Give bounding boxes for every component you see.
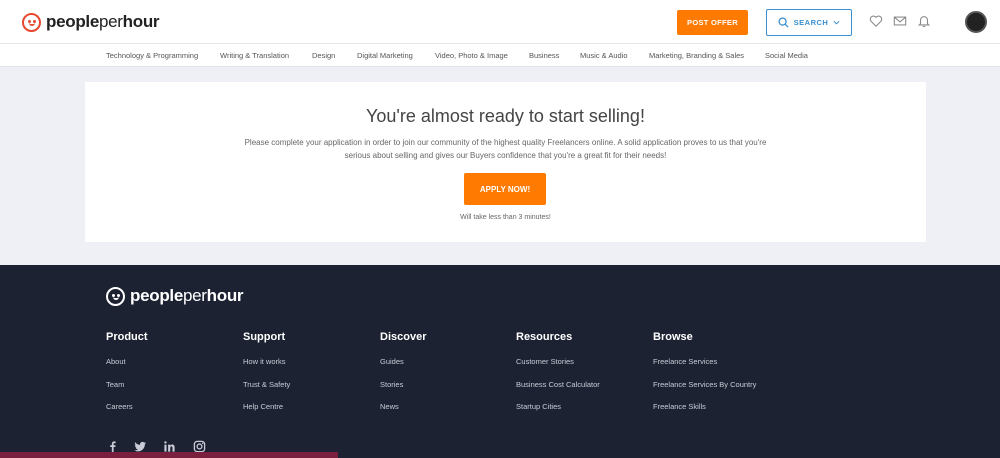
post-offer-button[interactable]: POST OFFER: [677, 10, 748, 35]
search-label: SEARCH: [793, 18, 829, 27]
browser-status-bar: [0, 452, 338, 458]
category-link[interactable]: Design: [312, 51, 335, 60]
logo-text: peopleperhour: [130, 286, 244, 305]
category-link[interactable]: Digital Marketing: [357, 51, 413, 60]
footer-link[interactable]: Customer Stories: [516, 357, 600, 366]
footer-column-resources: Resources Customer Stories Business Cost…: [516, 331, 600, 425]
logo-text: peopleperhour: [46, 12, 160, 31]
category-link[interactable]: Business: [529, 51, 559, 60]
footer: peopleperhour Product About Team Careers…: [0, 265, 1000, 458]
footer-link[interactable]: How it works: [243, 357, 290, 366]
category-link[interactable]: Music & Audio: [580, 51, 628, 60]
footer-column-discover: Discover Guides Stories News: [380, 331, 426, 425]
footer-link[interactable]: News: [380, 402, 426, 411]
chevron-down-icon: [833, 20, 840, 25]
footer-column-title: Browse: [653, 331, 693, 343]
logo-smiley-icon: [22, 12, 41, 32]
seller-application-card: You're almost ready to start selling! Pl…: [85, 82, 926, 242]
search-icon: [778, 17, 789, 28]
search-button[interactable]: SEARCH: [766, 9, 852, 36]
application-description: Please complete your application in orde…: [244, 138, 767, 160]
footer-link[interactable]: Freelance Skills: [653, 402, 756, 411]
logo-smiley-icon: [106, 286, 125, 306]
footer-link[interactable]: Freelance Services By Country: [653, 380, 756, 389]
footer-column-browse: Browse Freelance Services Freelance Serv…: [653, 331, 756, 425]
footer-link[interactable]: Guides: [380, 357, 426, 366]
time-note: Will take less than 3 minutes!: [460, 214, 551, 221]
footer-link[interactable]: Trust & Safety: [243, 380, 290, 389]
mail-icon[interactable]: [893, 14, 907, 28]
bell-icon[interactable]: [917, 14, 931, 28]
footer-logo[interactable]: peopleperhour: [106, 286, 244, 306]
footer-link[interactable]: Careers: [106, 402, 148, 411]
footer-link[interactable]: About: [106, 357, 148, 366]
footer-column-support: Support How it works Trust & Safety Help…: [243, 331, 290, 425]
footer-link[interactable]: Stories: [380, 380, 426, 389]
heart-icon[interactable]: [869, 14, 883, 28]
user-avatar[interactable]: [965, 11, 987, 33]
category-link[interactable]: Technology & Programming: [106, 51, 198, 60]
category-link[interactable]: Video, Photo & Image: [435, 51, 508, 60]
logo[interactable]: peopleperhour: [22, 12, 160, 32]
footer-column-product: Product About Team Careers: [106, 331, 148, 425]
apply-now-button[interactable]: APPLY NOW!: [464, 173, 546, 205]
footer-link[interactable]: Freelance Services: [653, 357, 756, 366]
category-nav: Technology & Programming Writing & Trans…: [0, 44, 1000, 67]
footer-link[interactable]: Team: [106, 380, 148, 389]
footer-column-title: Support: [243, 331, 286, 343]
footer-link[interactable]: Business Cost Calculator: [516, 380, 600, 389]
footer-link[interactable]: Help Centre: [243, 402, 290, 411]
category-link[interactable]: Writing & Translation: [220, 51, 289, 60]
footer-column-title: Product: [106, 331, 148, 343]
top-navbar: peopleperhour POST OFFER SEARCH: [0, 0, 1000, 44]
category-link[interactable]: Social Media: [765, 51, 808, 60]
page-title: You're almost ready to start selling!: [366, 106, 645, 126]
category-link[interactable]: Marketing, Branding & Sales: [649, 51, 744, 60]
footer-column-title: Discover: [380, 331, 427, 343]
footer-link[interactable]: Startup Cities: [516, 402, 600, 411]
footer-column-title: Resources: [516, 331, 573, 343]
